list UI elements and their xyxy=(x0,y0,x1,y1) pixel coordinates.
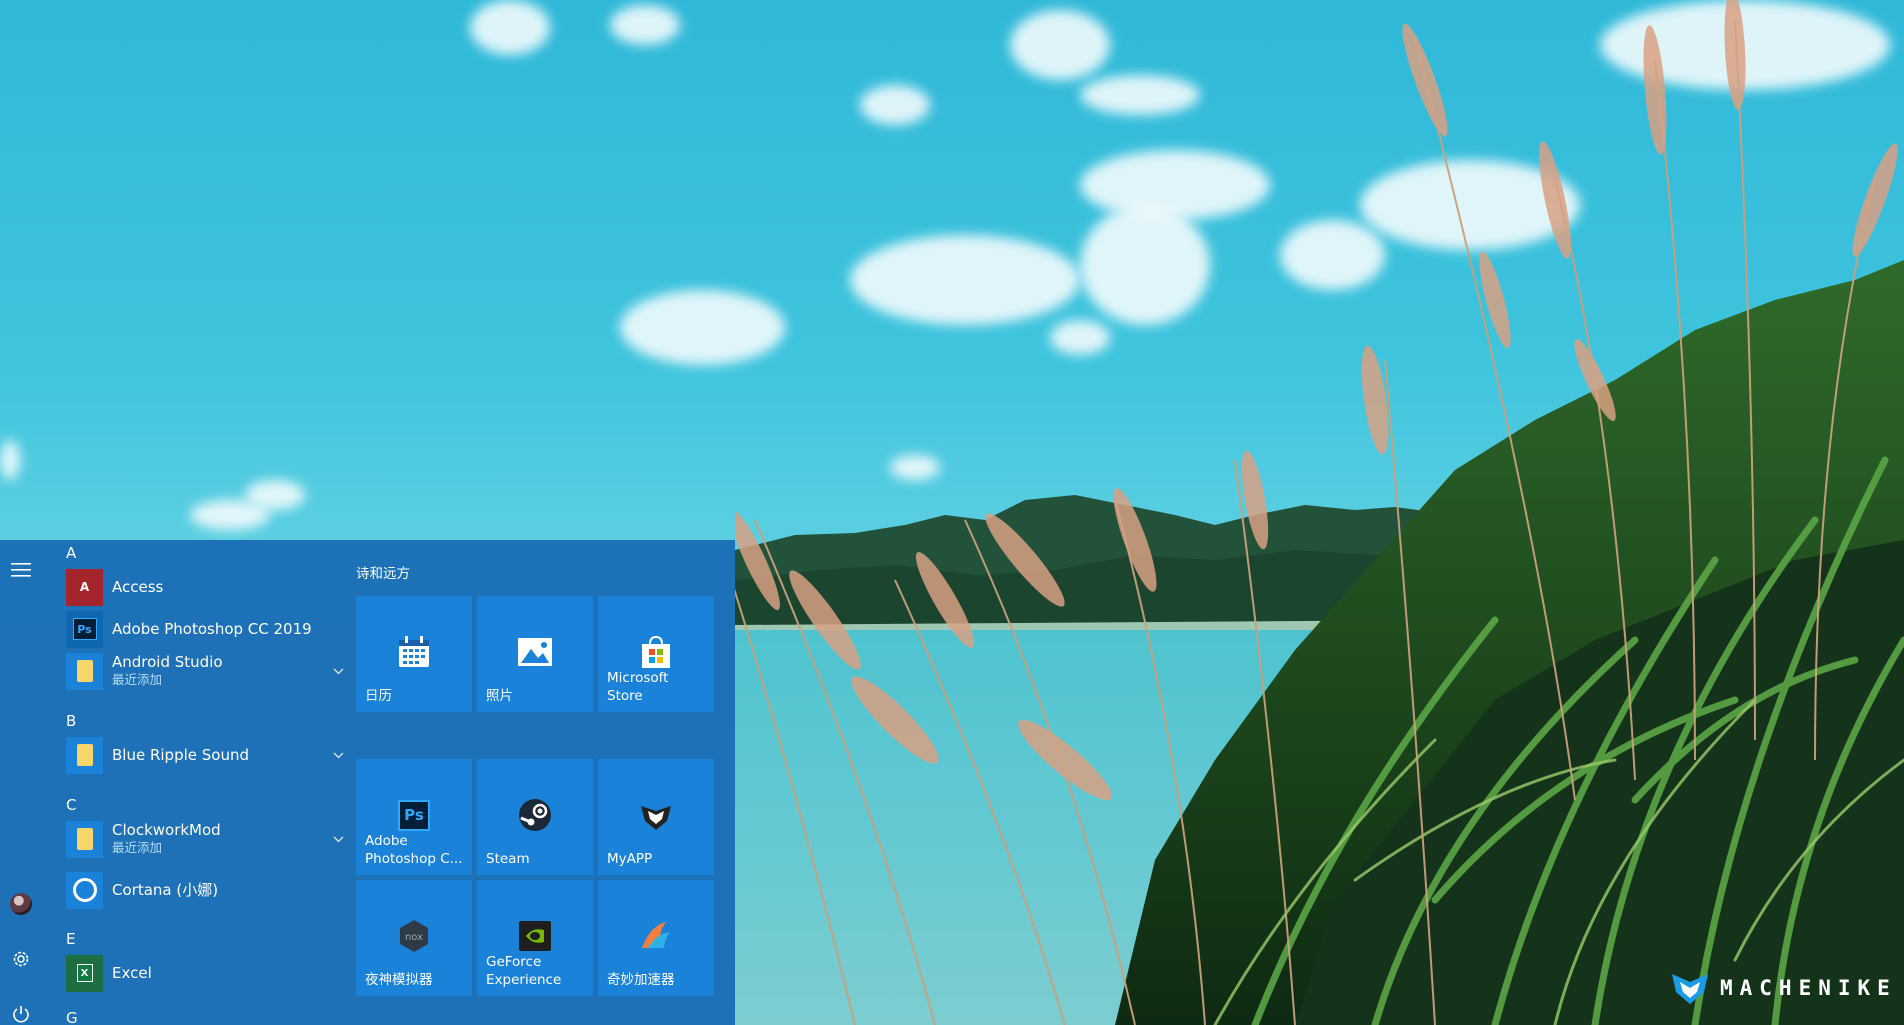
gear-icon xyxy=(13,951,29,967)
app-cortana[interactable]: Cortana (小娜) xyxy=(66,870,344,910)
store-icon xyxy=(636,632,676,672)
cortana-icon xyxy=(66,871,103,909)
app-excel[interactable]: X Excel xyxy=(66,953,344,993)
chevron-down-icon[interactable] xyxy=(333,752,344,759)
tile-microsoft-store[interactable]: Microsoft Store xyxy=(598,596,714,712)
expand-menu-button[interactable] xyxy=(4,553,38,587)
chevron-down-icon[interactable] xyxy=(333,668,344,675)
tile-label: 奇妙加速器 xyxy=(607,972,675,988)
folder-icon xyxy=(66,820,103,858)
tile-label: GeForce Experience xyxy=(486,954,562,988)
app-name: Blue Ripple Sound xyxy=(112,746,249,764)
tile-label: 夜神模拟器 xyxy=(365,972,433,988)
myapp-icon xyxy=(636,795,676,835)
settings-button[interactable] xyxy=(4,942,38,976)
letter-header-g[interactable]: G xyxy=(66,1009,78,1025)
nox-icon: nox xyxy=(394,916,434,956)
app-name: Access xyxy=(112,578,164,596)
app-name: Adobe Photoshop CC 2019 xyxy=(112,620,312,638)
tile-steam[interactable]: Steam xyxy=(477,759,593,875)
start-menu: A A Access Ps Adobe Photoshop CC 2019 An… xyxy=(0,540,735,1025)
tile-label: MyAPP xyxy=(607,851,653,867)
tile-geforce-experience[interactable]: GeForce Experience xyxy=(477,880,593,996)
app-blue-ripple-sound[interactable]: Blue Ripple Sound xyxy=(66,735,344,775)
tile-label: 照片 xyxy=(486,688,513,704)
folder-icon xyxy=(66,736,103,774)
app-name: Android Studio xyxy=(112,653,223,671)
tile-group-title[interactable]: 诗和远方 xyxy=(356,562,410,582)
photoshop-icon: Ps xyxy=(66,610,103,648)
letter-header-b[interactable]: B xyxy=(66,712,76,730)
tile-adobe-photoshop[interactable]: Ps Adobe Photoshop C... xyxy=(356,759,472,875)
letter-header-e[interactable]: E xyxy=(66,930,75,948)
app-name: Excel xyxy=(112,964,152,982)
start-menu-rail xyxy=(0,540,42,1025)
tile-photos[interactable]: 照片 xyxy=(477,596,593,712)
app-name: ClockworkMod xyxy=(112,821,221,839)
chevron-down-icon[interactable] xyxy=(333,836,344,843)
machenike-logo-text: MACHENIKE xyxy=(1720,976,1897,1000)
svg-text:nox: nox xyxy=(405,932,423,943)
user-account-button[interactable] xyxy=(4,887,38,921)
app-name: Cortana (小娜) xyxy=(112,881,219,899)
tile-label: Steam xyxy=(486,851,530,867)
tile-calendar[interactable]: 日历 xyxy=(356,596,472,712)
tile-accelerator[interactable]: 奇妙加速器 xyxy=(598,880,714,996)
tile-myapp[interactable]: MyAPP xyxy=(598,759,714,875)
power-icon xyxy=(13,1006,29,1023)
geforce-icon xyxy=(515,916,555,956)
calendar-icon xyxy=(394,632,434,672)
folder-icon xyxy=(66,652,103,690)
steam-icon xyxy=(515,795,555,835)
tile-nox[interactable]: nox 夜神模拟器 xyxy=(356,880,472,996)
excel-icon: X xyxy=(66,954,103,992)
app-android-studio[interactable]: Android Studio 最近添加 xyxy=(66,651,344,691)
photoshop-icon: Ps xyxy=(394,795,434,835)
grass-foreground xyxy=(735,0,1904,1025)
app-access[interactable]: A Access xyxy=(66,567,344,607)
tile-label: 日历 xyxy=(365,688,392,704)
machenike-logo: MACHENIKE xyxy=(1670,970,1897,1006)
letter-header-a[interactable]: A xyxy=(66,544,76,562)
recently-added-label: 最近添加 xyxy=(112,840,163,855)
photos-icon xyxy=(515,632,555,672)
machenike-logo-icon xyxy=(1672,974,1708,1004)
tile-label: Adobe Photoshop C... xyxy=(365,833,463,867)
power-button[interactable] xyxy=(4,997,38,1025)
app-clockworkmod[interactable]: ClockworkMod 最近添加 xyxy=(66,819,344,859)
access-icon: A xyxy=(66,568,103,606)
accelerator-icon xyxy=(636,916,676,956)
avatar xyxy=(10,893,32,915)
hamburger-icon xyxy=(11,563,31,577)
recently-added-label: 最近添加 xyxy=(112,672,163,687)
app-adobe-photoshop[interactable]: Ps Adobe Photoshop CC 2019 xyxy=(66,609,344,649)
letter-header-c[interactable]: C xyxy=(66,796,76,814)
tile-label: Microsoft Store xyxy=(607,670,669,704)
app-list: A A Access Ps Adobe Photoshop CC 2019 An… xyxy=(54,540,344,1025)
